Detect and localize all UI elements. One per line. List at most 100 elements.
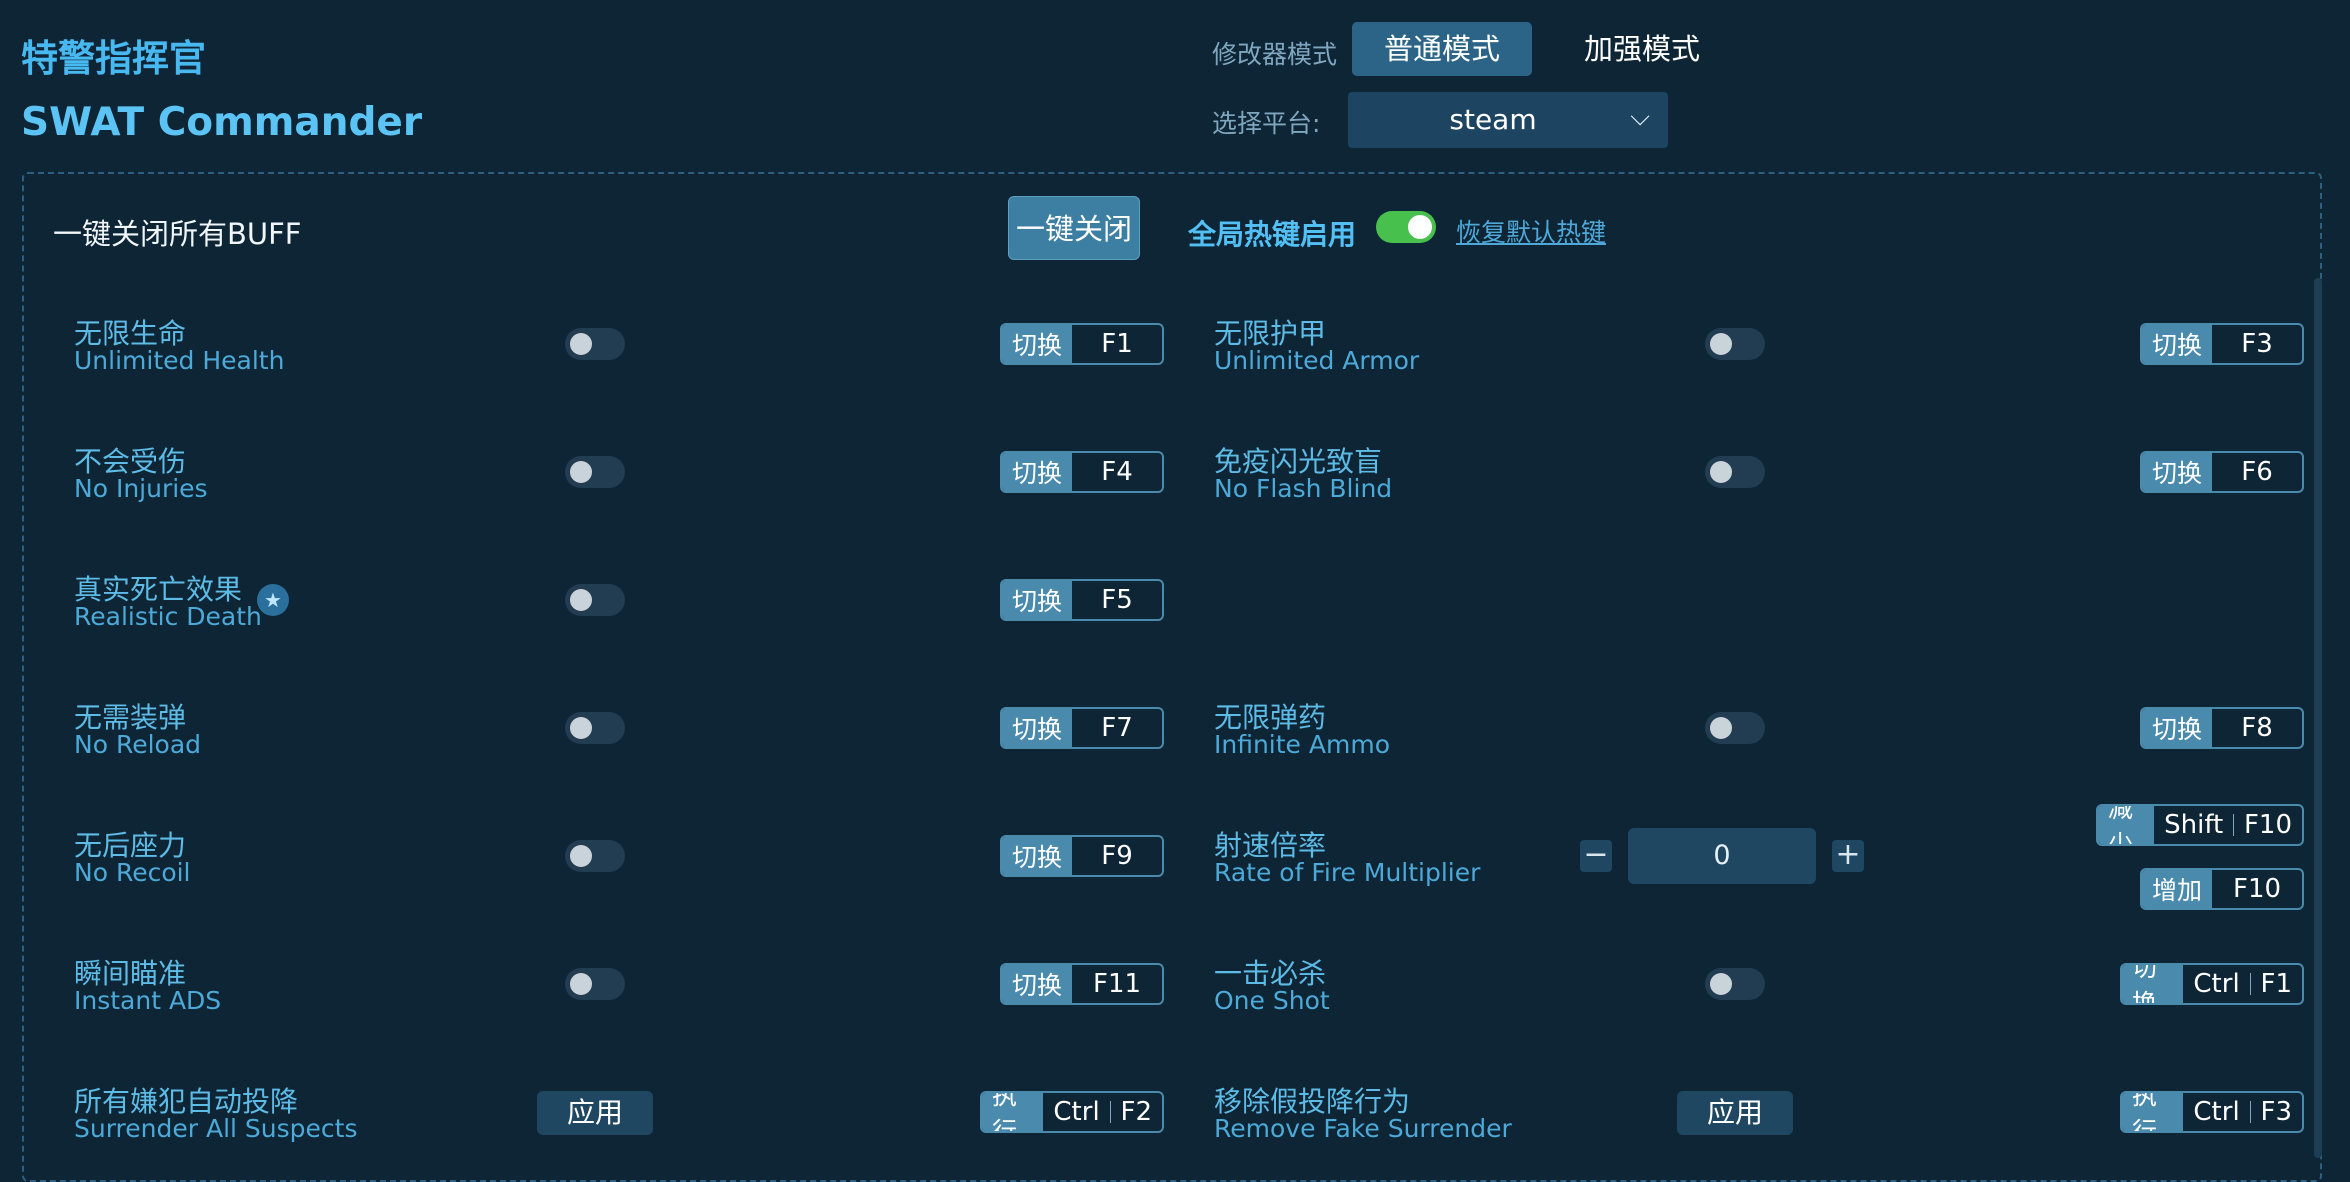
hotkey-no-flash-blind[interactable]: 切换 F6: [2140, 451, 2304, 493]
toggle-knob: [1710, 333, 1732, 355]
hotkey-action: 切换: [1002, 709, 1073, 747]
hotkey-action: 切换: [2142, 453, 2213, 491]
hotkey-key: F5: [1101, 585, 1133, 615]
hotkey-infinite-ammo[interactable]: 切换 F8: [2140, 707, 2304, 749]
apply-button[interactable]: 应用: [537, 1091, 653, 1135]
app-title-cn: 特警指挥官: [21, 37, 206, 80]
hotkey-action: 切换: [2142, 325, 2213, 363]
no-reload-toggle[interactable]: [565, 712, 625, 744]
rate-of-fire-value[interactable]: 0: [1628, 828, 1816, 884]
toggle-knob: [1710, 973, 1732, 995]
hotkey-realistic-death[interactable]: 切换 F5: [1000, 579, 1164, 621]
feature-name-en: No Recoil: [74, 858, 191, 887]
no-injuries-toggle[interactable]: [565, 456, 625, 488]
platform-label: 选择平台:: [1212, 109, 1321, 138]
hotkey-action: 切换: [1002, 965, 1073, 1003]
toggle-knob: [1710, 461, 1732, 483]
toggle-knob: [1710, 717, 1732, 739]
hotkey-key: F1: [1101, 329, 1133, 359]
unlimited-health-toggle[interactable]: [565, 328, 625, 360]
hotkey-action: 切换: [2142, 709, 2213, 747]
hotkey-key: Shift: [2164, 810, 2224, 840]
hotkey-no-injuries[interactable]: 切换 F4: [1000, 451, 1164, 493]
realistic-death-toggle[interactable]: [565, 584, 625, 616]
hotkey-no-reload[interactable]: 切换 F7: [1000, 707, 1164, 749]
hotkey-surrender-all[interactable]: 执行 Ctrl F2: [980, 1091, 1164, 1133]
hotkey-key: F4: [1101, 457, 1133, 487]
feature-name-en: No Flash Blind: [1214, 474, 1393, 503]
feature-name-en: Unlimited Health: [74, 346, 285, 375]
hotkey-action: 增加: [2142, 870, 2213, 908]
hotkey-unlimited-armor[interactable]: 切换 F3: [2140, 323, 2304, 365]
features-panel: [22, 172, 2322, 1182]
no-recoil-toggle[interactable]: [565, 840, 625, 872]
hotkey-key: F2: [1120, 1097, 1153, 1127]
hotkey-action: 切换: [1002, 581, 1073, 619]
close-all-label: 一键关闭所有BUFF: [53, 217, 302, 251]
hotkey-key: F10: [2232, 874, 2282, 904]
app-title-en: SWAT Commander: [21, 100, 423, 145]
hotkey-key: F8: [2241, 713, 2273, 743]
infinite-ammo-toggle[interactable]: [1705, 712, 1765, 744]
hotkey-no-recoil[interactable]: 切换 F9: [1000, 835, 1164, 877]
scrollbar[interactable]: [2314, 278, 2322, 1158]
hotkey-rate-increase[interactable]: 增加 F10: [2140, 868, 2304, 910]
toggle-knob: [570, 845, 592, 867]
no-flash-blind-toggle[interactable]: [1705, 456, 1765, 488]
unlimited-armor-toggle[interactable]: [1705, 328, 1765, 360]
hotkey-instant-ads[interactable]: 切换 F11: [1000, 963, 1164, 1005]
feature-name-en: One Shot: [1214, 986, 1330, 1015]
feature-name-en: Remove Fake Surrender: [1214, 1114, 1512, 1143]
feature-name-en: Unlimited Armor: [1214, 346, 1420, 375]
hotkey-remove-fake-surrender[interactable]: 执行 Ctrl F3: [2120, 1091, 2304, 1133]
normal-mode-button[interactable]: 普通模式: [1352, 22, 1532, 76]
hotkey-key: F7: [1101, 713, 1133, 743]
hotkey-unlimited-health[interactable]: 切换 F1: [1000, 323, 1164, 365]
hotkey-key: F6: [2241, 457, 2273, 487]
hotkey-key: Ctrl: [2193, 969, 2240, 999]
toggle-knob: [570, 461, 592, 483]
hotkey-action: 执行: [982, 1093, 1044, 1131]
feature-name-en: Infinite Ammo: [1214, 730, 1390, 759]
toggle-knob: [570, 333, 592, 355]
apply-button[interactable]: 应用: [1677, 1091, 1793, 1135]
feature-name-en: No Injuries: [74, 474, 208, 503]
hotkey-key: F3: [2260, 1097, 2293, 1127]
toggle-knob: [570, 973, 592, 995]
increase-button[interactable]: +: [1832, 840, 1864, 872]
hotkey-key: F9: [1101, 841, 1133, 871]
hotkey-key: F1: [2260, 969, 2293, 999]
global-hotkey-label: 全局热键启用: [1188, 218, 1357, 251]
hotkey-key: F10: [2243, 810, 2292, 840]
feature-name-en: Surrender All Suspects: [74, 1114, 358, 1143]
hotkey-key: F3: [2241, 329, 2273, 359]
platform-select[interactable]: steam ⌵: [1348, 92, 1668, 148]
hotkey-key: F11: [1092, 969, 1142, 999]
hotkey-key: Ctrl: [2193, 1097, 2240, 1127]
chevron-down-icon: ⌵: [1630, 102, 1650, 132]
hotkey-action: 减少: [2098, 806, 2155, 844]
global-hotkey-toggle[interactable]: [1376, 211, 1436, 243]
feature-name-en: No Reload: [74, 730, 202, 759]
hotkey-action: 切换: [2122, 965, 2184, 1003]
hotkey-action: 切换: [1002, 325, 1073, 363]
hotkey-key: Ctrl: [1053, 1097, 1100, 1127]
one-shot-toggle[interactable]: [1705, 968, 1765, 1000]
star-icon: ★: [257, 584, 289, 616]
decrease-button[interactable]: −: [1580, 840, 1612, 872]
instant-ads-toggle[interactable]: [565, 968, 625, 1000]
reset-hotkeys-link[interactable]: 恢复默认热键: [1456, 213, 1606, 249]
toggle-knob: [570, 589, 592, 611]
hotkey-rate-decrease[interactable]: 减少 Shift F10: [2096, 804, 2304, 846]
hotkey-one-shot[interactable]: 切换 Ctrl F1: [2120, 963, 2304, 1005]
feature-name-en: Instant ADS: [74, 986, 222, 1015]
feature-name-en: Rate of Fire Multiplier: [1214, 858, 1481, 887]
close-all-button[interactable]: 一键关闭: [1008, 196, 1140, 260]
toggle-knob: [570, 717, 592, 739]
hotkey-action: 切换: [1002, 453, 1073, 491]
platform-value: steam: [1449, 103, 1537, 136]
hotkey-action: 切换: [1002, 837, 1073, 875]
feature-name-en: Realistic Death: [74, 602, 262, 631]
mode-label: 修改器模式: [1212, 40, 1338, 69]
enhanced-mode-button[interactable]: 加强模式: [1558, 22, 1726, 76]
